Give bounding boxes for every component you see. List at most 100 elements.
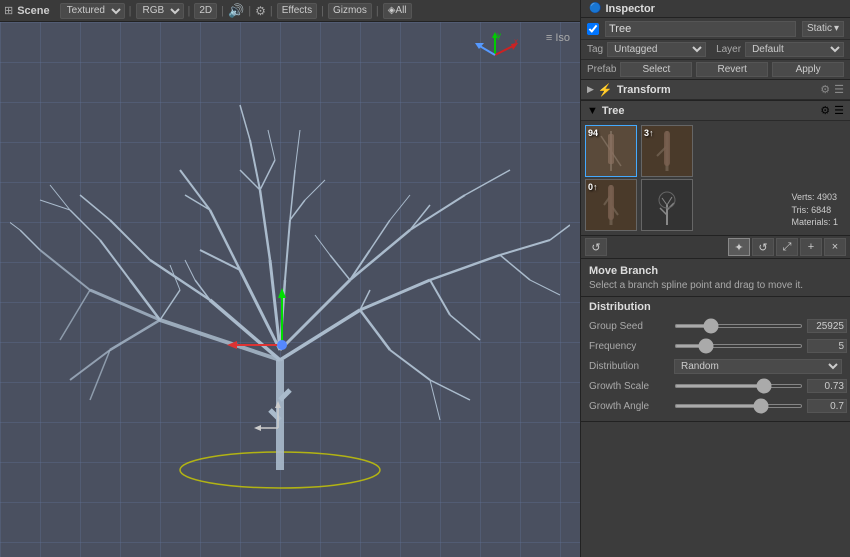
tree-arrow: ▼ (587, 105, 598, 117)
divider6: | (321, 5, 324, 17)
prefab-label: Prefab (587, 64, 616, 75)
settings-icon: ⚙ (255, 4, 266, 18)
growth-angle-row: Growth Angle (589, 397, 842, 415)
scene-panel: ⊞ Scene Textured | RGB | 2D | 🔊 | ⚙ | Ef… (0, 0, 581, 557)
tree-component: ▼ Tree ⚙ ☰ 94 3↑ (581, 101, 850, 422)
move-branch-title: Move Branch (589, 265, 842, 277)
audio-icon: 🔊 (228, 3, 244, 19)
group-seed-slider[interactable] (674, 324, 803, 328)
group-seed-label: Group Seed (589, 321, 674, 332)
thumb-item-3[interactable] (641, 179, 693, 231)
frequency-slider-container (674, 339, 847, 353)
thumb-item-0[interactable]: 94 (585, 125, 637, 177)
distribution-row: Distribution Random (589, 357, 842, 375)
divider2: | (188, 5, 191, 17)
apply-btn[interactable]: Apply (772, 62, 844, 77)
revert-btn[interactable]: Revert (696, 62, 768, 77)
tree-svg (10, 40, 570, 540)
static-button[interactable]: Static ▾ (802, 21, 844, 37)
divider1: | (129, 5, 132, 17)
transform-arrow: ▶ (587, 84, 594, 95)
transform-section: ▶ ⚡ Transform ⚙ ☰ (581, 80, 850, 101)
tree-gear-icon[interactable]: ⚙ (820, 104, 830, 117)
tree-container (0, 22, 580, 557)
growth-scale-slider-container (674, 379, 850, 393)
static-label: Static (807, 23, 832, 34)
inspector-header-bar: 🔵 Inspector (581, 0, 850, 18)
frequency-label: Frequency (589, 341, 674, 352)
static-dropdown-icon: ▾ (834, 23, 839, 34)
transform-icon: ⚡ (598, 83, 613, 97)
thumb-item-2[interactable]: 0↑ (585, 179, 637, 231)
materials-text: Materials: 1 (791, 216, 838, 229)
object-enabled-input[interactable] (587, 23, 599, 35)
growth-angle-value[interactable] (807, 399, 847, 413)
frequency-value[interactable] (807, 339, 847, 353)
group-seed-row: Group Seed (589, 317, 842, 335)
layer-select[interactable]: Default (745, 42, 844, 57)
growth-angle-slider-container (674, 399, 850, 413)
transform-gear-icon[interactable]: ⚙ (820, 83, 830, 96)
scene-title: Scene (17, 5, 49, 17)
scene-toolbar: ⊞ Scene Textured | RGB | 2D | 🔊 | ⚙ | Ef… (0, 0, 580, 22)
tree-tool-scale[interactable]: ⤢ (776, 238, 798, 256)
inspector-name-row: Static ▾ (581, 18, 850, 40)
verts-info: Verts: 4903 Tris: 6848 Materials: 1 (791, 191, 838, 229)
growth-angle-slider[interactable] (674, 404, 803, 408)
inspector-tag-row: Tag Untagged Layer Default (581, 40, 850, 60)
tree-menu-icon[interactable]: ☰ (834, 104, 844, 117)
thumb-row-2: 0↑ (585, 179, 846, 231)
growth-scale-value[interactable] (807, 379, 847, 393)
growth-angle-label: Growth Angle (589, 401, 674, 412)
svg-text:x: x (514, 37, 518, 46)
growth-scale-label: Growth Scale (589, 381, 674, 392)
axis-widget: y x (470, 30, 520, 80)
tree-tool-add[interactable]: + (800, 238, 822, 256)
2d-btn[interactable]: 2D (194, 3, 217, 19)
effects-btn[interactable]: Effects (277, 3, 317, 19)
gizmos-btn[interactable]: Gizmos (328, 3, 372, 19)
transform-header[interactable]: ▶ ⚡ Transform ⚙ ☰ (581, 80, 850, 100)
growth-scale-row: Growth Scale (589, 377, 842, 395)
tree-tool-rotate[interactable]: ↺ (752, 238, 774, 256)
divider7: | (376, 5, 379, 17)
object-name-field[interactable] (605, 21, 796, 37)
inspector-icon: 🔵 (589, 3, 601, 14)
distribution-select[interactable]: Random (674, 359, 842, 374)
group-seed-value[interactable] (807, 319, 847, 333)
inspector-prefab-row: Prefab Select Revert Apply (581, 60, 850, 80)
svg-text:y: y (497, 31, 501, 40)
select-btn[interactable]: Select (620, 62, 692, 77)
divider4: | (248, 5, 251, 17)
transform-menu-icon[interactable]: ☰ (834, 83, 844, 96)
tris-text: Tris: 6848 (791, 204, 838, 217)
distribution-title: Distribution (589, 301, 842, 313)
axis-svg: y x (470, 30, 520, 80)
distribution-type-label: Distribution (589, 361, 674, 372)
move-branch-section: Move Branch Select a branch spline point… (581, 259, 850, 297)
all-btn[interactable]: ◈All (383, 3, 412, 19)
object-enabled-checkbox[interactable] (587, 23, 599, 35)
transform-title: Transform (617, 84, 816, 96)
tree-tool-refresh[interactable]: ↺ (585, 238, 607, 256)
tag-select[interactable]: Untagged (607, 42, 706, 57)
inspector-panel: 🔵 Inspector Static ▾ Tag Untagged Layer … (581, 0, 850, 557)
tree-thumbnails: 94 3↑ (581, 121, 850, 235)
move-branch-description: Select a branch spline point and drag to… (589, 279, 842, 292)
growth-scale-slider[interactable] (674, 384, 803, 388)
tag-label: Tag (587, 44, 603, 55)
tree-tool-delete[interactable]: × (824, 238, 846, 256)
thumb-item-1[interactable]: 3↑ (641, 125, 693, 177)
tree-toolbar: ↺ ✦ ↺ ⤢ + × (581, 235, 850, 259)
scene-viewport[interactable]: y x ≡ Iso (0, 22, 580, 557)
thumb-label-0: 94 (588, 128, 598, 138)
divider5: | (270, 5, 273, 17)
color-select[interactable]: RGB (136, 3, 184, 19)
tree-component-header[interactable]: ▼ Tree ⚙ ☰ (581, 101, 850, 121)
tree-tool-move[interactable]: ✦ (728, 238, 750, 256)
frequency-row: Frequency (589, 337, 842, 355)
shading-select[interactable]: Textured (60, 3, 125, 19)
iso-label: ≡ Iso (546, 32, 570, 44)
thumb-label-1: 3↑ (644, 128, 654, 138)
frequency-slider[interactable] (674, 344, 803, 348)
